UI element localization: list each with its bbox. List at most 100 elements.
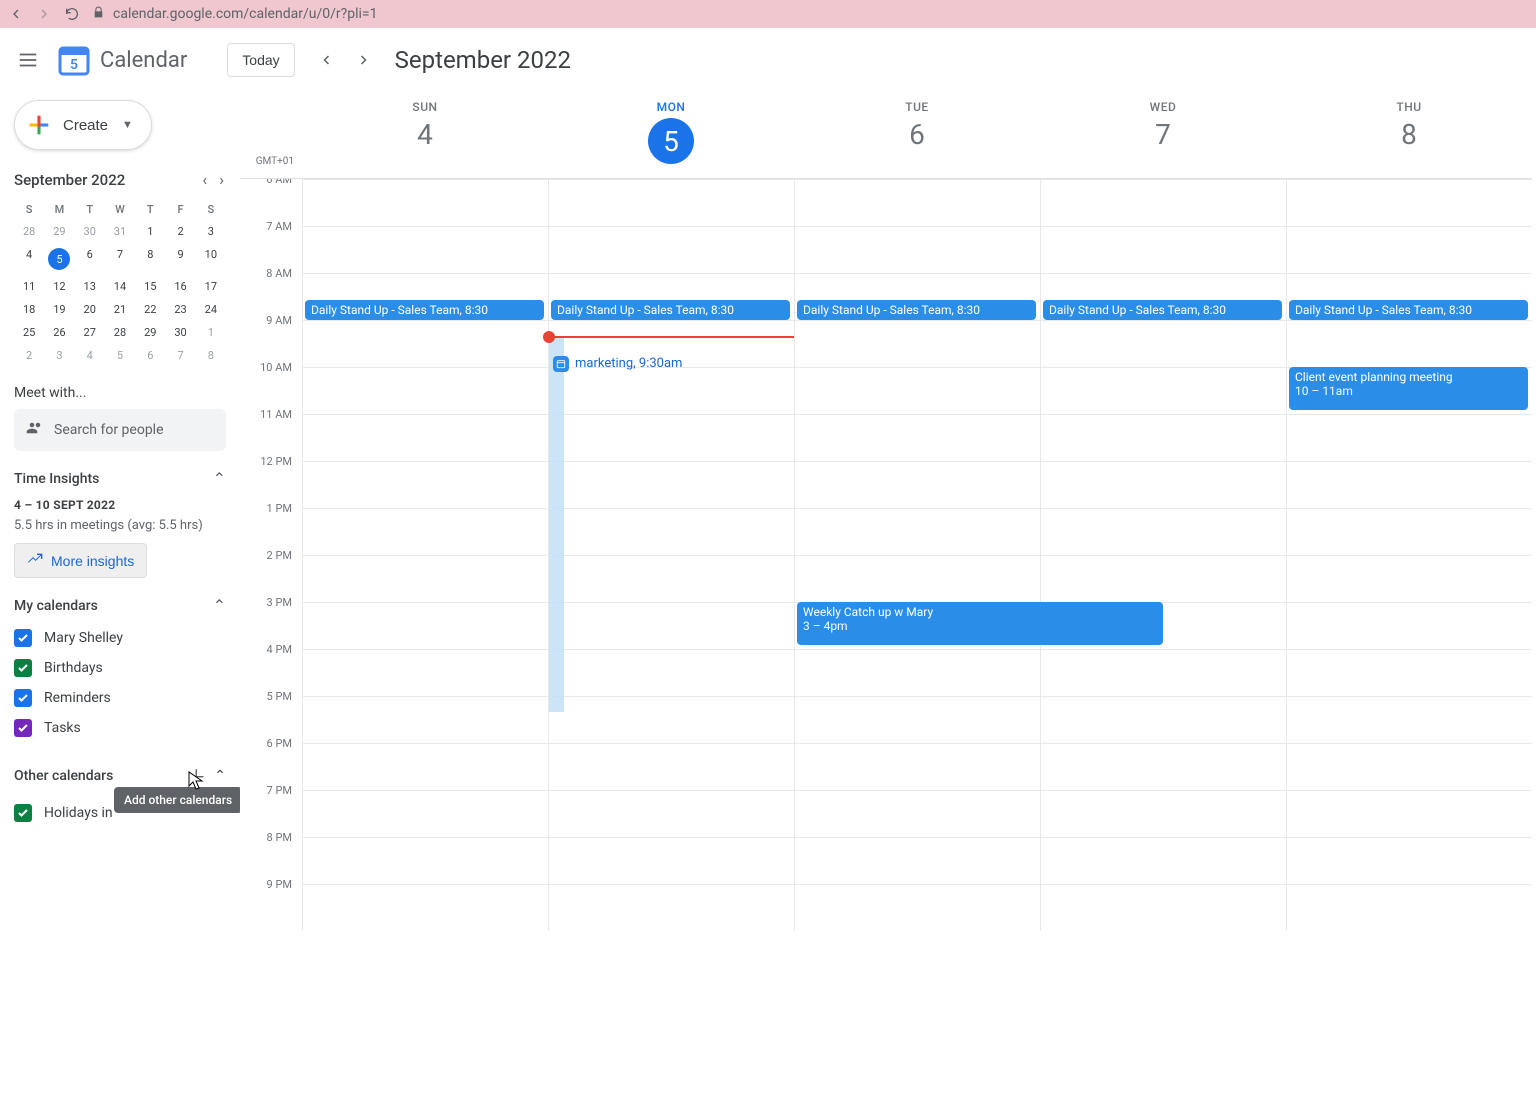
- mini-day[interactable]: 28: [14, 220, 44, 243]
- calendar-toggle[interactable]: Birthdays: [14, 653, 226, 683]
- mini-day[interactable]: 17: [196, 275, 226, 298]
- mini-day[interactable]: 10: [196, 243, 226, 275]
- day-header[interactable]: WED7: [1040, 92, 1286, 178]
- calendar-label: Reminders: [44, 690, 111, 706]
- prev-month-icon[interactable]: [311, 44, 343, 76]
- day-header[interactable]: THU 8: [1286, 92, 1532, 178]
- mini-day[interactable]: 8: [196, 344, 226, 367]
- mini-day[interactable]: 20: [75, 298, 105, 321]
- mini-day[interactable]: 6: [135, 344, 165, 367]
- mini-day[interactable]: 5: [105, 344, 135, 367]
- mini-day[interactable]: 25: [14, 321, 44, 344]
- mini-day[interactable]: 29: [44, 220, 74, 243]
- mini-day[interactable]: 4: [75, 344, 105, 367]
- checkbox-icon[interactable]: [14, 804, 32, 822]
- mini-day[interactable]: 13: [75, 275, 105, 298]
- create-button[interactable]: Create ▼: [14, 100, 152, 150]
- mini-day[interactable]: 8: [135, 243, 165, 275]
- mini-day[interactable]: 26: [44, 321, 74, 344]
- checkbox-icon[interactable]: [14, 629, 32, 647]
- chevron-up-icon[interactable]: ⌃: [214, 768, 226, 784]
- browser-bar: calendar.google.com/calendar/u/0/r?pli=1: [0, 0, 1536, 28]
- insights-icon: [27, 551, 43, 570]
- mini-day[interactable]: 31: [105, 220, 135, 243]
- mini-day[interactable]: 3: [44, 344, 74, 367]
- date-number[interactable]: 8: [1286, 118, 1532, 151]
- hour-label: 6 PM: [240, 737, 302, 784]
- mini-dow: T: [75, 199, 105, 220]
- chevron-down-icon: ▼: [122, 119, 133, 131]
- lock-icon: [92, 6, 105, 23]
- mini-day[interactable]: 2: [14, 344, 44, 367]
- mini-day[interactable]: 19: [44, 298, 74, 321]
- mini-day[interactable]: 21: [105, 298, 135, 321]
- insights-range: 4 – 10 SEPT 2022: [14, 498, 226, 512]
- checkbox-icon[interactable]: [14, 659, 32, 677]
- app-header: 5 Calendar Today September 2022: [0, 28, 1536, 92]
- hamburger-icon[interactable]: [16, 48, 40, 72]
- mini-day[interactable]: 9: [165, 243, 195, 275]
- add-calendars-tooltip: Add other calendars: [114, 787, 240, 813]
- mini-day[interactable]: 5: [44, 243, 74, 275]
- mini-day[interactable]: 24: [196, 298, 226, 321]
- chevron-up-icon: ⌃: [213, 469, 226, 488]
- mini-calendar[interactable]: SMTWTFS282930311234567891011121314151617…: [14, 199, 226, 367]
- timezone-label: GMT+01: [240, 154, 302, 167]
- mini-day[interactable]: 1: [135, 220, 165, 243]
- app-logo[interactable]: 5 Calendar: [56, 42, 187, 78]
- today-button[interactable]: Today: [227, 43, 294, 77]
- mini-day[interactable]: 3: [196, 220, 226, 243]
- checkbox-icon[interactable]: [14, 689, 32, 707]
- mini-day[interactable]: 2: [165, 220, 195, 243]
- mini-day[interactable]: 29: [135, 321, 165, 344]
- mini-day[interactable]: 23: [165, 298, 195, 321]
- mini-day[interactable]: 30: [75, 220, 105, 243]
- mini-day[interactable]: 7: [165, 344, 195, 367]
- mini-day[interactable]: 18: [14, 298, 44, 321]
- dow-label: THU: [1286, 100, 1532, 114]
- hour-label: 10 AM: [240, 361, 302, 408]
- mini-next-icon[interactable]: ›: [217, 168, 226, 191]
- date-number[interactable]: 5: [648, 118, 694, 164]
- date-number[interactable]: 6: [794, 118, 1040, 151]
- mini-day[interactable]: 14: [105, 275, 135, 298]
- day-header[interactable]: SUN4: [302, 92, 548, 178]
- mini-day[interactable]: 7: [105, 243, 135, 275]
- hour-label: 4 PM: [240, 643, 302, 690]
- calendar-grid[interactable]: GMT+01 SUN4MON5TUE6WED7THU8 6 AM7 AM8 AM…: [240, 92, 1532, 1116]
- reload-icon[interactable]: [64, 6, 80, 22]
- time-insights-header[interactable]: Time Insights ⌃: [14, 469, 226, 488]
- mini-day[interactable]: 6: [75, 243, 105, 275]
- hour-label: 9 AM: [240, 314, 302, 361]
- calendar-logo-icon: 5: [56, 42, 92, 78]
- date-number[interactable]: 4: [302, 118, 548, 151]
- mini-day[interactable]: 27: [75, 321, 105, 344]
- day-header[interactable]: TUE6: [794, 92, 1040, 178]
- mini-day[interactable]: 4: [14, 243, 44, 275]
- chevron-up-icon: ⌃: [213, 596, 226, 615]
- more-insights-button[interactable]: More insights: [14, 543, 147, 578]
- mini-day[interactable]: 1: [196, 321, 226, 344]
- calendar-toggle[interactable]: Reminders: [14, 683, 226, 713]
- checkbox-icon[interactable]: [14, 719, 32, 737]
- search-people-input[interactable]: Search for people: [14, 409, 226, 451]
- mini-prev-icon[interactable]: ‹: [200, 168, 209, 191]
- mini-day[interactable]: 28: [105, 321, 135, 344]
- mini-day[interactable]: 11: [14, 275, 44, 298]
- date-number[interactable]: 7: [1040, 118, 1286, 151]
- calendar-toggle[interactable]: Mary Shelley: [14, 623, 226, 653]
- mini-day[interactable]: 30: [165, 321, 195, 344]
- my-calendars-header[interactable]: My calendars ⌃: [14, 596, 226, 615]
- url-box[interactable]: calendar.google.com/calendar/u/0/r?pli=1: [92, 6, 1528, 23]
- add-other-calendars-button[interactable]: ＋: [186, 761, 206, 790]
- back-icon[interactable]: [8, 6, 24, 22]
- calendar-toggle[interactable]: Tasks: [14, 713, 226, 743]
- forward-icon[interactable]: [36, 6, 52, 22]
- mini-day[interactable]: 12: [44, 275, 74, 298]
- mini-day[interactable]: 22: [135, 298, 165, 321]
- day-header[interactable]: MON5: [548, 92, 794, 178]
- next-month-icon[interactable]: [347, 44, 379, 76]
- mini-day[interactable]: 16: [165, 275, 195, 298]
- hour-label: 7 PM: [240, 784, 302, 831]
- mini-day[interactable]: 15: [135, 275, 165, 298]
